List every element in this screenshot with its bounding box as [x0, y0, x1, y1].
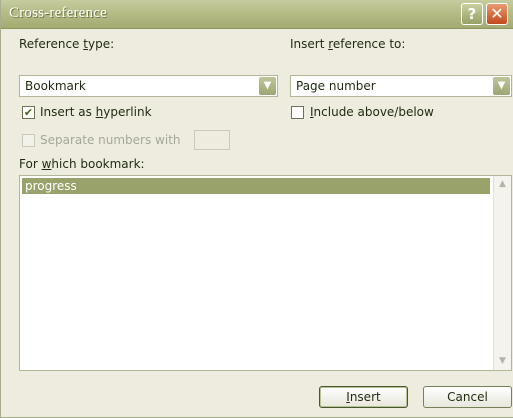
- insert-reference-to-dropdown[interactable]: Page number ▼: [290, 75, 512, 97]
- reference-type-dropdown[interactable]: Bookmark ▼: [19, 75, 278, 97]
- chevron-down-icon[interactable]: ▼: [259, 77, 276, 95]
- checkmark-icon: ✔: [23, 106, 34, 119]
- include-above-below-checkbox[interactable]: [291, 106, 304, 119]
- bookmark-list[interactable]: progress ▲ ▼: [19, 175, 512, 371]
- insert-reference-to-label: Insert reference to:: [290, 37, 406, 51]
- help-button[interactable]: ?: [461, 3, 483, 25]
- insert-reference-to-value: Page number: [296, 79, 376, 93]
- scroll-down-icon[interactable]: ▼: [495, 354, 510, 369]
- separate-numbers-checkbox: [22, 134, 35, 147]
- vertical-scrollbar[interactable]: ▲ ▼: [493, 176, 511, 370]
- dialog-title: Cross-reference: [9, 5, 107, 21]
- scroll-up-icon[interactable]: ▲: [495, 177, 510, 192]
- chevron-down-icon[interactable]: ▼: [493, 77, 510, 95]
- reference-type-label: Reference type:: [19, 37, 115, 51]
- title-bar[interactable]: Cross-reference ? ✕: [1, 0, 513, 29]
- insert-as-hyperlink-label[interactable]: Insert as hyperlink: [40, 105, 152, 119]
- include-above-below-label[interactable]: Include above/below: [310, 105, 434, 119]
- insert-button[interactable]: Insert: [319, 386, 408, 408]
- separate-numbers-label: Separate numbers with: [40, 133, 181, 147]
- insert-as-hyperlink-checkbox[interactable]: ✔: [22, 106, 35, 119]
- reference-type-value: Bookmark: [25, 79, 86, 93]
- cross-reference-dialog: Cross-reference ? ✕ Reference type: Book…: [0, 0, 513, 418]
- cancel-button[interactable]: Cancel: [423, 386, 512, 408]
- for-which-bookmark-label: For which bookmark:: [19, 157, 145, 171]
- separator-input: [194, 130, 230, 150]
- close-button[interactable]: ✕: [486, 3, 508, 25]
- list-item[interactable]: progress: [22, 178, 490, 194]
